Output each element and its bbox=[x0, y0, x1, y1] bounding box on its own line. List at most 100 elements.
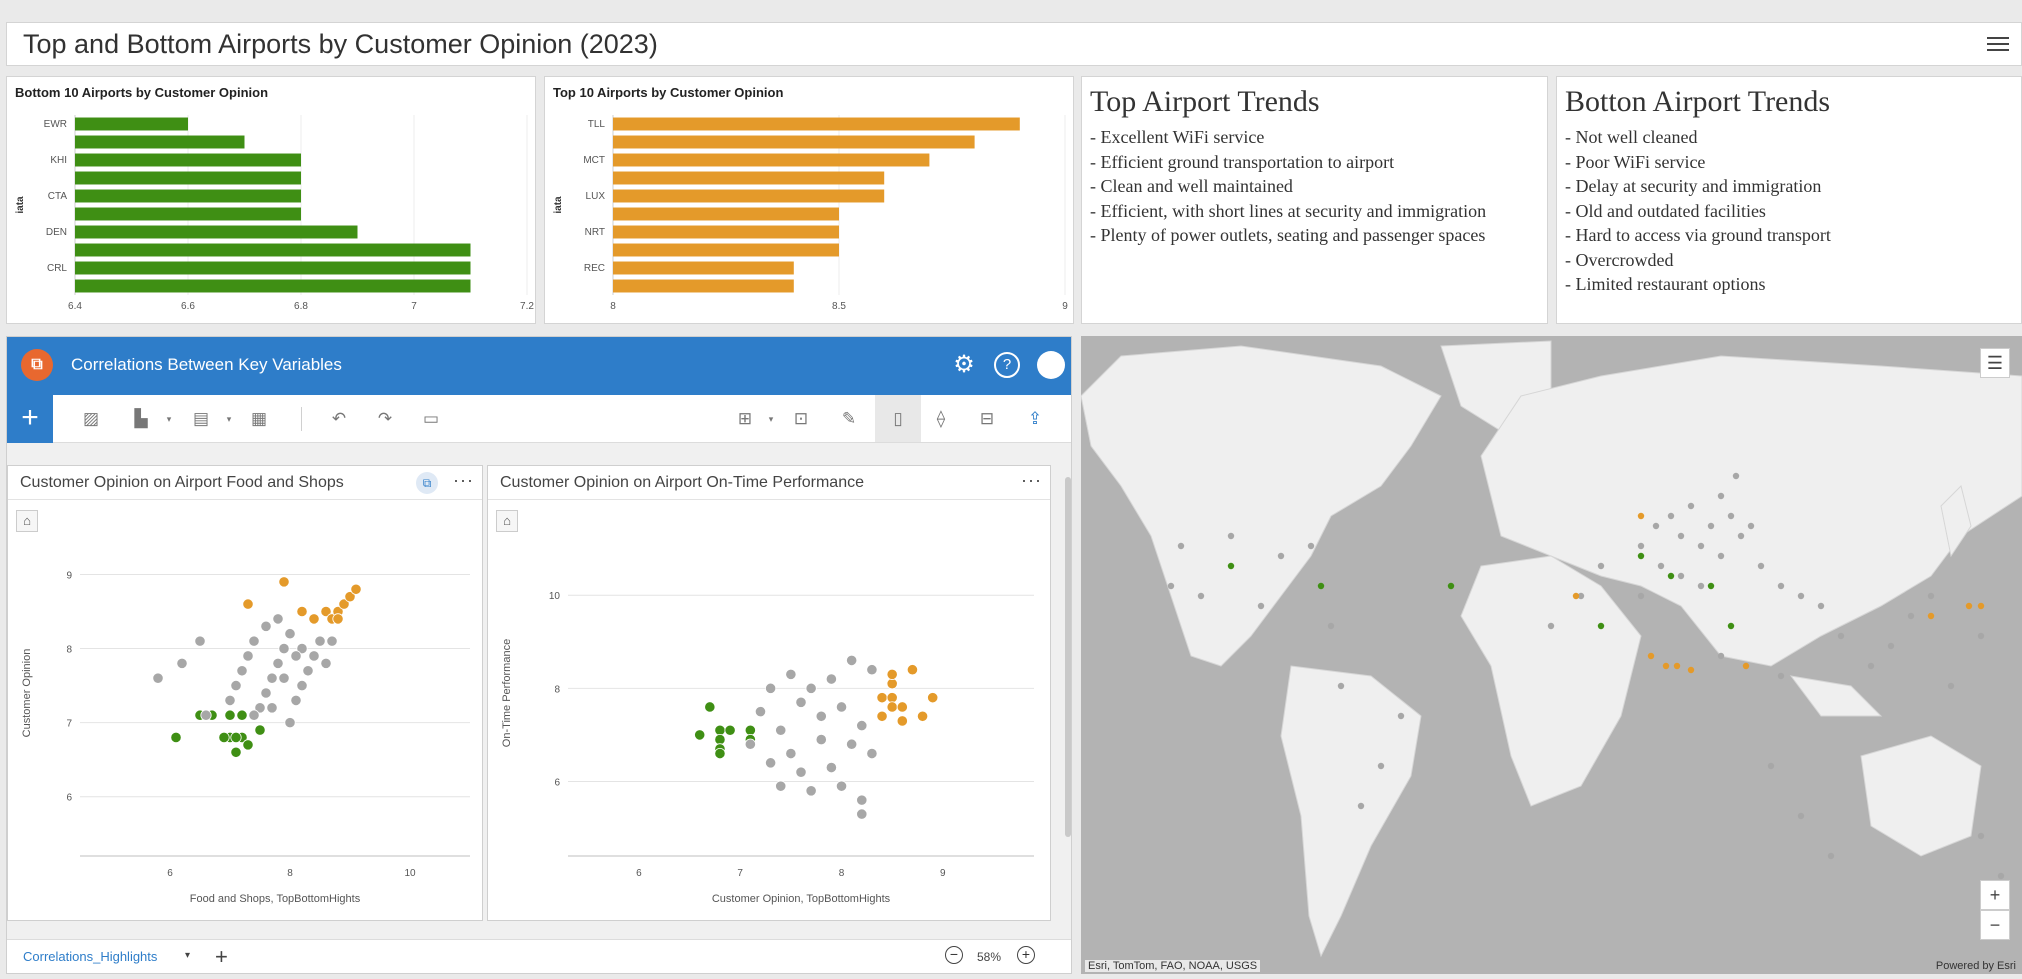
on-time-scatter-card[interactable]: Customer Opinion on Airport On-Time Perf… bbox=[487, 465, 1051, 921]
chevron-down-icon[interactable]: ▾ bbox=[157, 407, 181, 431]
page-icon[interactable]: ▯ bbox=[875, 395, 921, 442]
airport-marker[interactable] bbox=[1667, 512, 1675, 520]
legend-icon[interactable]: ☰ bbox=[1980, 348, 2010, 378]
airport-marker[interactable] bbox=[1177, 542, 1185, 550]
filter-icon[interactable]: ⧉ bbox=[416, 472, 438, 494]
airport-marker[interactable] bbox=[1597, 622, 1605, 630]
airport-marker[interactable] bbox=[1907, 612, 1915, 620]
map-icon[interactable]: ▨ bbox=[79, 407, 103, 431]
save-icon[interactable]: ▭ bbox=[419, 407, 443, 431]
airport-marker[interactable] bbox=[1337, 682, 1345, 690]
presentation-icon[interactable]: ⊟ bbox=[975, 407, 999, 431]
airport-marker[interactable] bbox=[1317, 582, 1325, 590]
airport-marker[interactable] bbox=[1687, 666, 1695, 674]
airport-map[interactable]: ☰ + − Esri, TomTom, FAO, NOAA, USGS Powe… bbox=[1081, 336, 2022, 974]
chevron-down-icon[interactable]: ▾ bbox=[759, 407, 783, 431]
airport-marker[interactable] bbox=[1667, 572, 1675, 580]
zoom-out-icon[interactable]: − bbox=[945, 946, 963, 964]
airport-marker[interactable] bbox=[1397, 712, 1405, 720]
airport-marker[interactable] bbox=[1777, 672, 1785, 680]
card-stack-icon[interactable]: ▦ bbox=[247, 407, 271, 431]
food-shops-scatter-card[interactable]: Customer Opinion on Airport Food and Sho… bbox=[7, 465, 483, 921]
airport-marker[interactable] bbox=[1837, 632, 1845, 640]
more-options-icon[interactable]: ··· bbox=[1021, 470, 1042, 491]
airport-marker[interactable] bbox=[1277, 552, 1285, 560]
airport-marker[interactable] bbox=[1547, 622, 1555, 630]
airport-marker[interactable] bbox=[1197, 592, 1205, 600]
airport-marker[interactable] bbox=[1727, 512, 1735, 520]
zoom-in-icon[interactable]: + bbox=[1017, 946, 1035, 964]
airport-marker[interactable] bbox=[1797, 812, 1805, 820]
airport-marker[interactable] bbox=[1717, 652, 1725, 660]
airport-marker[interactable] bbox=[1767, 762, 1775, 770]
document-edit-icon[interactable]: ✎ bbox=[837, 407, 861, 431]
chart-icon[interactable]: ▙ bbox=[129, 407, 153, 431]
airport-marker[interactable] bbox=[1747, 522, 1755, 530]
airport-marker[interactable] bbox=[1572, 592, 1580, 600]
airport-marker[interactable] bbox=[1637, 512, 1645, 520]
page-tab[interactable]: Correlations_Highlights bbox=[23, 949, 157, 964]
airport-marker[interactable] bbox=[1697, 542, 1705, 550]
model-icon[interactable]: ⟠ bbox=[929, 407, 953, 431]
airport-marker[interactable] bbox=[1647, 652, 1655, 660]
airport-marker[interactable] bbox=[1677, 532, 1685, 540]
layout-icon[interactable]: ⊞ bbox=[733, 407, 757, 431]
airport-marker[interactable] bbox=[1377, 762, 1385, 770]
airport-marker[interactable] bbox=[1652, 522, 1660, 530]
undo-icon[interactable]: ↶ bbox=[327, 407, 351, 431]
airport-marker[interactable] bbox=[1717, 492, 1725, 500]
airport-marker[interactable] bbox=[1742, 662, 1750, 670]
airport-marker[interactable] bbox=[1965, 602, 1973, 610]
zoom-out-button[interactable]: − bbox=[1980, 910, 2010, 940]
vertical-scrollbar[interactable] bbox=[1065, 477, 1071, 837]
airport-marker[interactable] bbox=[1673, 662, 1681, 670]
share-icon[interactable]: ⇪ bbox=[1023, 407, 1047, 431]
add-button[interactable]: + bbox=[7, 395, 53, 443]
airport-marker[interactable] bbox=[1927, 592, 1935, 600]
airport-marker[interactable] bbox=[1977, 602, 1985, 610]
redo-icon[interactable]: ↷ bbox=[373, 407, 397, 431]
airport-marker[interactable] bbox=[1697, 582, 1705, 590]
airport-marker[interactable] bbox=[1732, 472, 1740, 480]
chevron-down-icon[interactable]: ▾ bbox=[185, 950, 190, 961]
airport-marker[interactable] bbox=[1167, 582, 1175, 590]
airport-marker[interactable] bbox=[1637, 552, 1645, 560]
airport-marker[interactable] bbox=[1307, 542, 1315, 550]
settings-icon[interactable]: ⚙ bbox=[951, 352, 977, 378]
airport-marker[interactable] bbox=[1977, 832, 1985, 840]
airport-marker[interactable] bbox=[1687, 502, 1695, 510]
airport-marker[interactable] bbox=[1257, 602, 1265, 610]
airport-marker[interactable] bbox=[1927, 612, 1935, 620]
chevron-down-icon[interactable]: ▾ bbox=[217, 407, 241, 431]
zoom-in-button[interactable]: + bbox=[1980, 880, 2010, 910]
help-icon[interactable]: ? bbox=[994, 352, 1020, 378]
airport-marker[interactable] bbox=[1662, 662, 1670, 670]
airport-marker[interactable] bbox=[1717, 552, 1725, 560]
airport-marker[interactable] bbox=[1357, 802, 1365, 810]
airport-marker[interactable] bbox=[1637, 592, 1645, 600]
more-options-icon[interactable]: ··· bbox=[453, 470, 474, 491]
airport-marker[interactable] bbox=[1677, 572, 1685, 580]
airport-marker[interactable] bbox=[1727, 622, 1735, 630]
airport-marker[interactable] bbox=[1827, 852, 1835, 860]
airport-marker[interactable] bbox=[1777, 582, 1785, 590]
airport-marker[interactable] bbox=[1447, 582, 1455, 590]
airport-marker[interactable] bbox=[1797, 592, 1805, 600]
airport-marker[interactable] bbox=[1977, 632, 1985, 640]
airport-marker[interactable] bbox=[1867, 662, 1875, 670]
avatar[interactable] bbox=[1037, 351, 1065, 379]
airport-marker[interactable] bbox=[1947, 682, 1955, 690]
airport-marker[interactable] bbox=[1737, 532, 1745, 540]
airport-marker[interactable] bbox=[1887, 642, 1895, 650]
airport-marker[interactable] bbox=[1707, 522, 1715, 530]
airport-marker[interactable] bbox=[1657, 562, 1665, 570]
airport-marker[interactable] bbox=[1227, 562, 1235, 570]
airport-marker[interactable] bbox=[1817, 602, 1825, 610]
airport-marker[interactable] bbox=[1637, 542, 1645, 550]
airport-marker[interactable] bbox=[1707, 582, 1715, 590]
qr-grid-icon[interactable]: ⊡ bbox=[789, 407, 813, 431]
menu-icon[interactable] bbox=[1987, 33, 2009, 53]
airport-marker[interactable] bbox=[1757, 562, 1765, 570]
airport-marker[interactable] bbox=[1227, 532, 1235, 540]
add-page-icon[interactable]: + bbox=[215, 944, 228, 970]
